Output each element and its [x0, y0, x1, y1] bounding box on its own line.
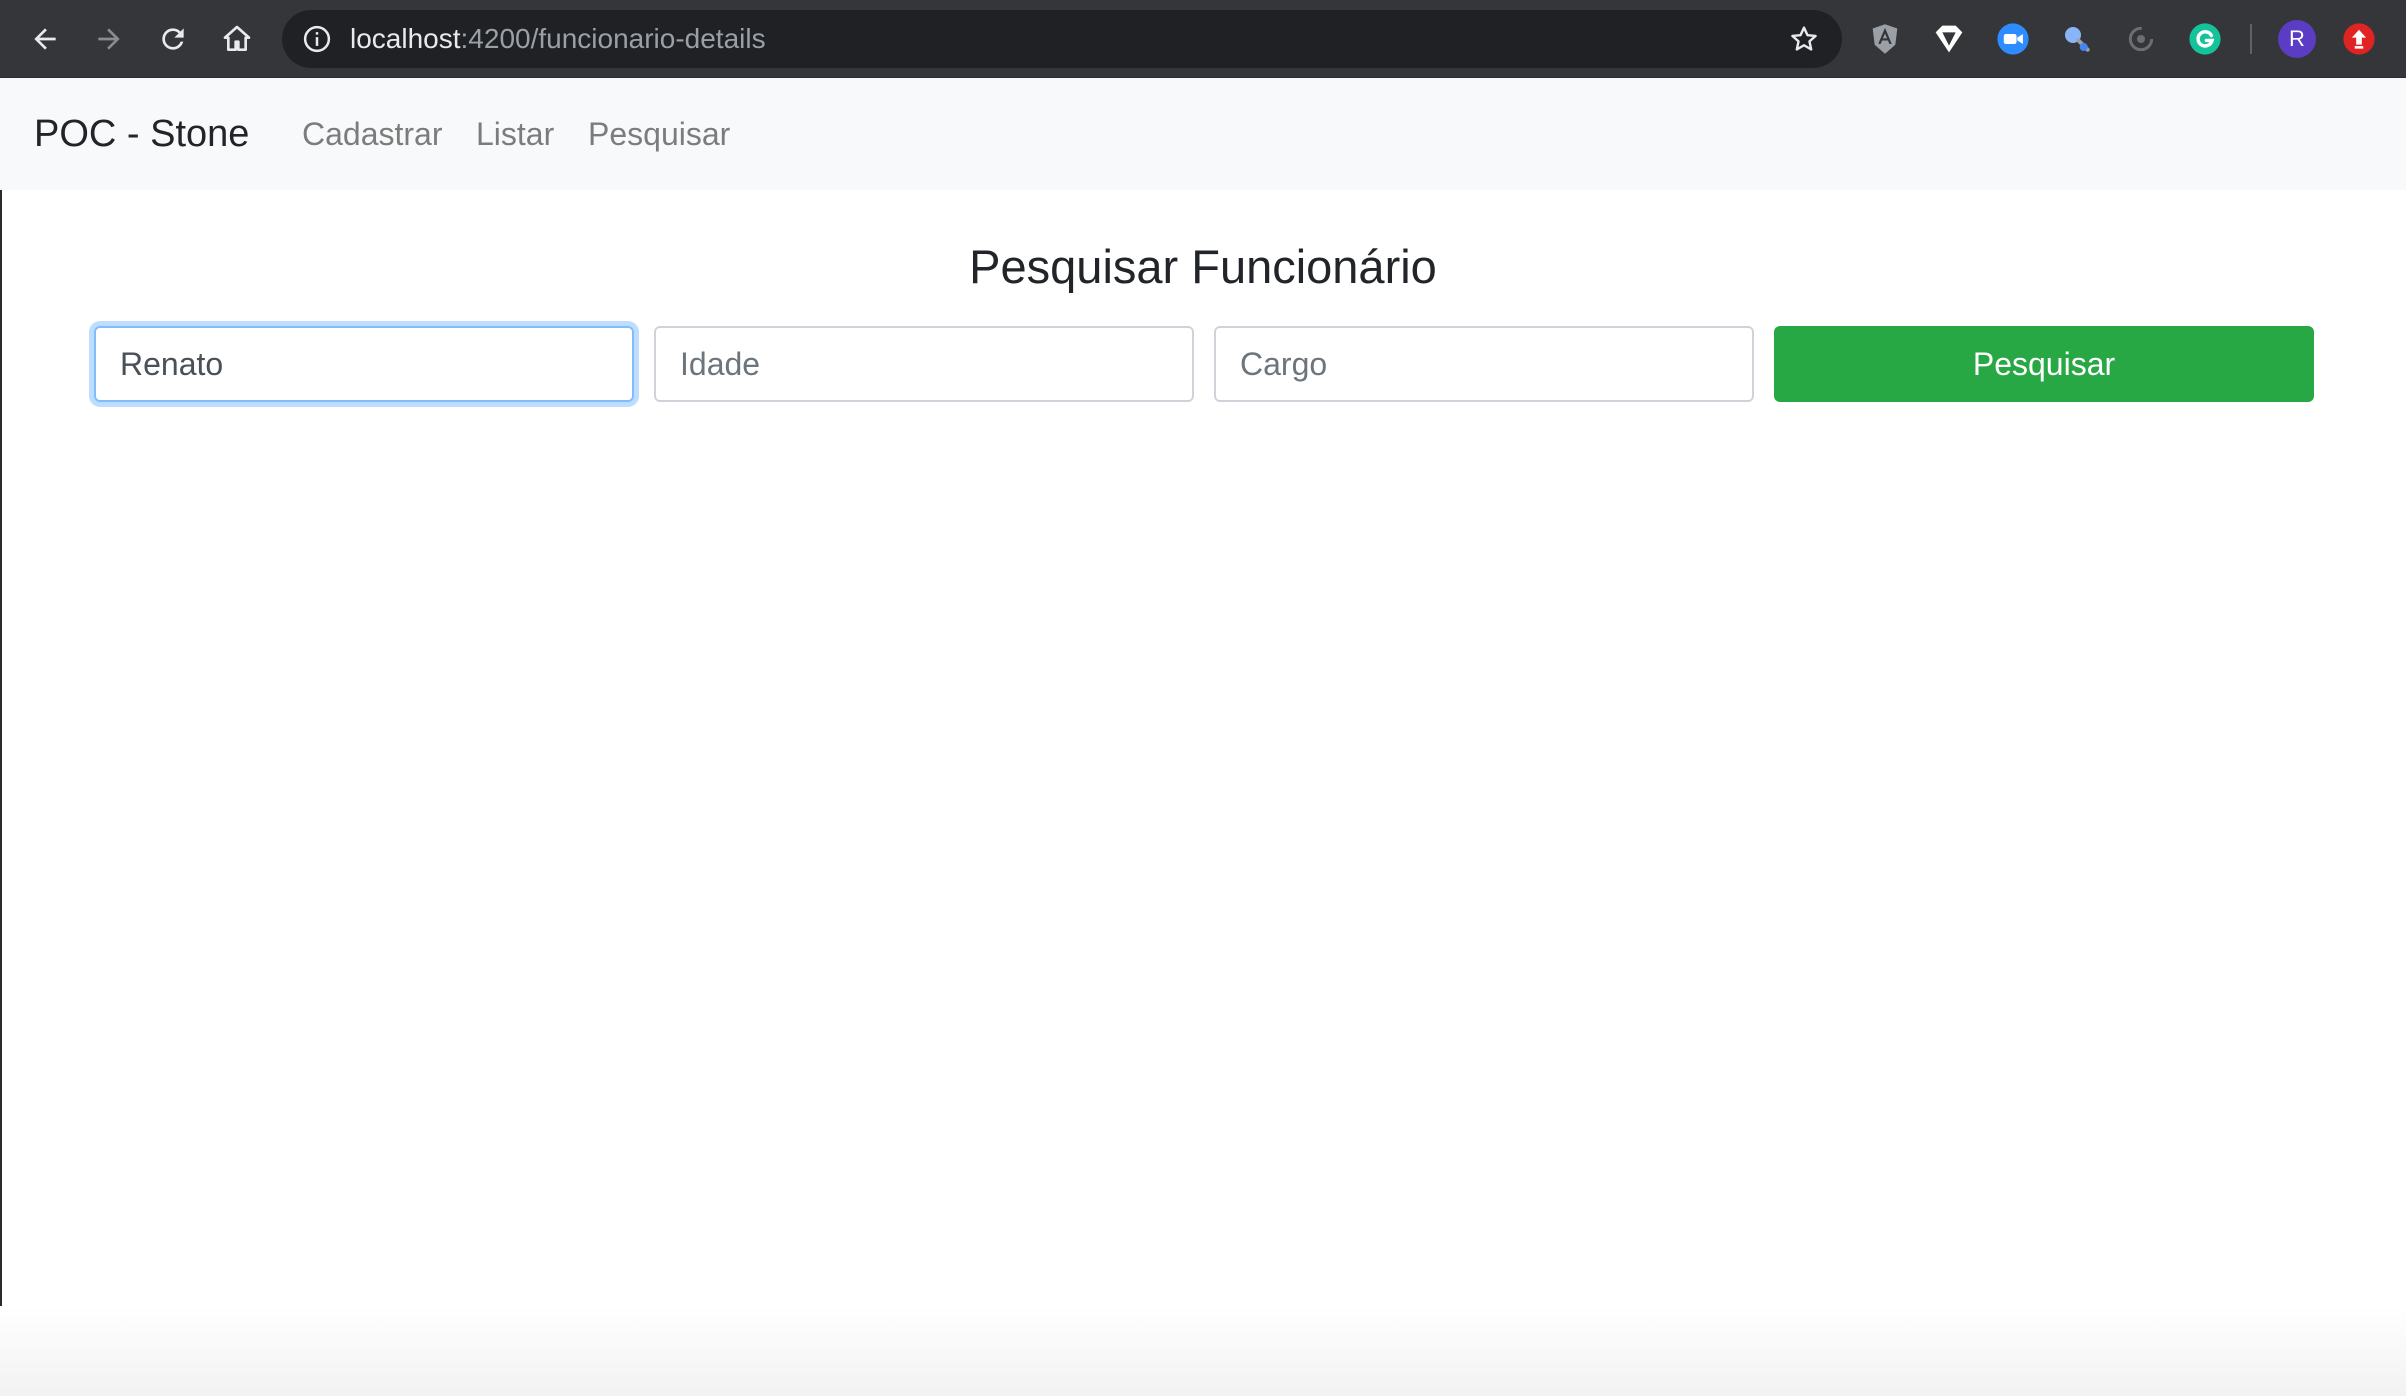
home-button[interactable] — [210, 12, 264, 66]
profile-avatar[interactable]: R — [2278, 20, 2316, 58]
grammarly-icon[interactable] — [2188, 22, 2222, 56]
app-navbar: POC - Stone Cadastrar Listar Pesquisar — [0, 78, 2406, 190]
sync-extension-icon[interactable] — [2124, 22, 2158, 56]
info-icon[interactable] — [302, 24, 332, 54]
reload-icon — [162, 28, 184, 50]
age-input[interactable] — [654, 326, 1194, 402]
role-input[interactable] — [1214, 326, 1754, 402]
page-bottom-fade — [0, 1306, 2406, 1396]
bookmark-star-icon[interactable] — [1788, 23, 1820, 55]
nav-link-pesquisar[interactable]: Pesquisar — [588, 78, 730, 190]
upload-extension-icon[interactable] — [2342, 22, 2376, 56]
forward-arrow-icon — [98, 28, 120, 50]
navbar-brand[interactable]: POC - Stone — [34, 78, 249, 190]
forward-button[interactable] — [82, 12, 136, 66]
url-text: localhost:4200/funcionario-details — [350, 10, 766, 68]
search-button[interactable]: Pesquisar — [1774, 326, 2314, 402]
shield-extension-icon[interactable] — [1932, 22, 1966, 56]
url-path: :4200/funcionario-details — [460, 23, 766, 54]
home-icon — [223, 25, 251, 51]
back-button[interactable] — [18, 12, 72, 66]
nav-link-cadastrar[interactable]: Cadastrar — [302, 78, 443, 190]
back-arrow-icon — [34, 28, 56, 50]
angular-icon[interactable] — [1868, 22, 1902, 56]
magnifier-extension-icon[interactable] — [2060, 22, 2094, 56]
name-input[interactable] — [94, 326, 634, 402]
page-title: Pesquisar Funcionário — [969, 240, 1437, 293]
reload-button[interactable] — [146, 12, 200, 66]
url-host: localhost — [350, 23, 461, 54]
toolbar-separator — [2250, 24, 2252, 54]
browser-toolbar: localhost:4200/funcionario-details R — [0, 0, 2406, 78]
zoom-extension-icon[interactable] — [1996, 22, 2030, 56]
address-bar[interactable]: localhost:4200/funcionario-details — [282, 10, 1842, 68]
nav-link-listar[interactable]: Listar — [476, 78, 554, 190]
